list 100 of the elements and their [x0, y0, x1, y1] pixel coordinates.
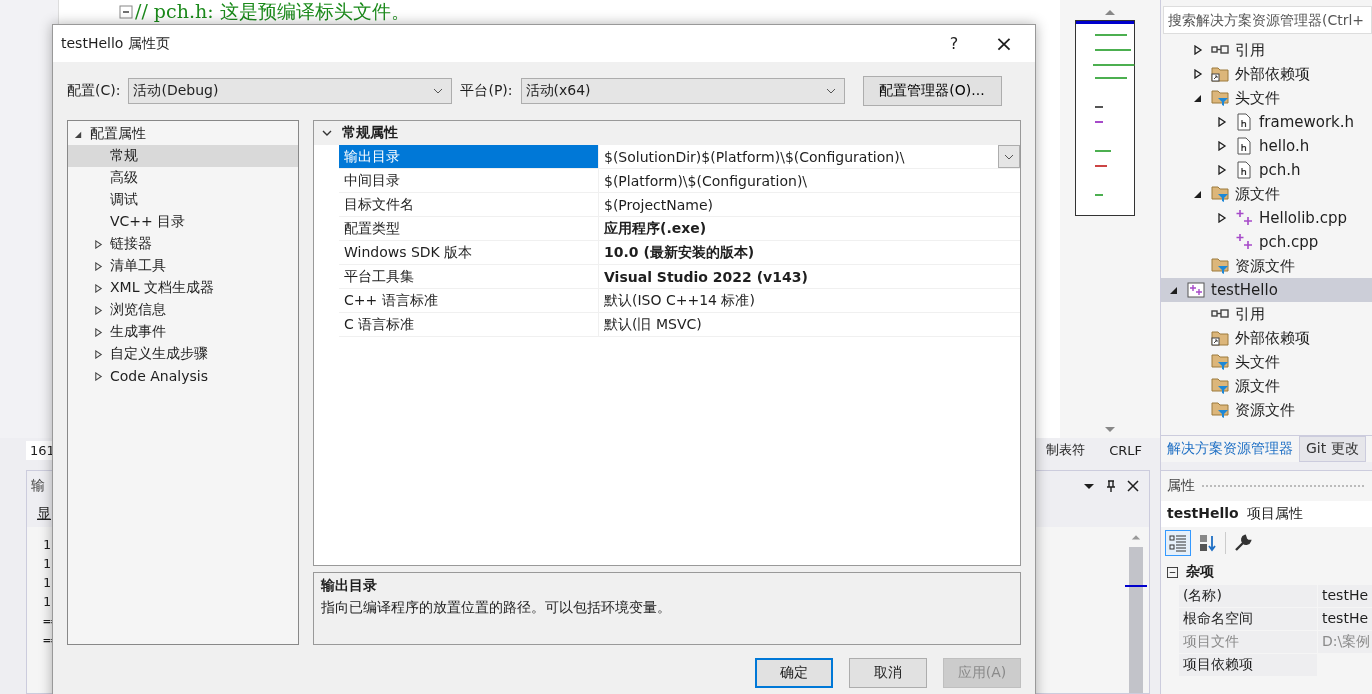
tree-item[interactable]: 外部依赖项	[1161, 62, 1372, 86]
property-value[interactable]: testHe	[1317, 608, 1372, 630]
dialog-button[interactable]: 取消	[849, 658, 927, 688]
help-button[interactable]: ?	[929, 34, 979, 53]
scroll-up-icon[interactable]	[1104, 8, 1116, 16]
nav-tree-item[interactable]: 生成事件	[68, 321, 298, 343]
chevron-down-icon[interactable]	[825, 88, 836, 94]
tree-item[interactable]: 源文件	[1161, 374, 1372, 398]
property-name[interactable]: 输出目录	[339, 145, 598, 168]
nav-tree-item[interactable]: 配置属性	[68, 123, 298, 145]
property-name[interactable]: C 语言标准	[339, 313, 598, 336]
tree-item[interactable]: testHello	[1161, 278, 1372, 302]
output-line: 1	[43, 593, 51, 611]
collapsed-arrow-icon[interactable]	[94, 371, 103, 381]
panel-title: 输	[31, 477, 45, 495]
collapse-icon[interactable]	[1167, 566, 1178, 578]
property-name[interactable]: 目标文件名	[339, 193, 598, 216]
tree-item[interactable]: 源文件	[1161, 182, 1372, 206]
expanded-arrow-icon[interactable]	[74, 129, 83, 139]
chevron-down-icon[interactable]	[1004, 153, 1014, 160]
panel-tab[interactable]: Git 更改	[1299, 436, 1366, 462]
platform-dropdown[interactable]: 活动(x64)	[520, 78, 845, 104]
header-file-icon	[1235, 113, 1253, 131]
close-icon[interactable]	[1127, 480, 1139, 492]
configuration-dropdown[interactable]: 活动(Debug)	[128, 78, 453, 104]
collapsed-arrow-icon[interactable]	[1193, 69, 1203, 79]
collapsed-arrow-icon[interactable]	[1217, 165, 1227, 175]
tree-item[interactable]: 引用	[1161, 38, 1372, 62]
tree-item[interactable]: Hellolib.cpp	[1161, 206, 1372, 230]
property-value[interactable]: 10.0 (最新安装的版本)	[598, 241, 1020, 264]
property-name[interactable]: 项目依赖项	[1179, 654, 1317, 676]
dialog-button[interactable]: 确定	[755, 658, 833, 688]
output-line: 1	[43, 536, 51, 554]
object-type: 项目属性	[1246, 505, 1303, 523]
nav-tree-item[interactable]: 高级	[68, 167, 298, 189]
expanded-arrow-icon[interactable]	[1169, 285, 1179, 295]
nav-tree-item[interactable]: 自定义生成步骤	[68, 343, 298, 365]
property-value[interactable]: 应用程序(.exe)	[598, 217, 1020, 240]
status-item[interactable]: 制表符	[1046, 441, 1086, 459]
status-item[interactable]: CRLF	[1109, 442, 1142, 458]
configuration-manager-button[interactable]: 配置管理器(O)...	[862, 76, 1002, 106]
expanded-arrow-icon[interactable]	[1193, 189, 1203, 199]
pin-icon[interactable]	[1105, 480, 1117, 492]
collapsed-arrow-icon[interactable]	[94, 283, 103, 293]
property-name[interactable]: C++ 语言标准	[339, 289, 598, 312]
nav-tree-item[interactable]: 链接器	[68, 233, 298, 255]
close-button[interactable]: ×	[979, 31, 1029, 56]
tree-item[interactable]: 头文件	[1161, 350, 1372, 374]
property-value[interactable]: 默认(旧 MSVC)	[598, 313, 1020, 336]
collapsed-arrow-icon[interactable]	[94, 305, 103, 315]
scroll-up-icon[interactable]	[1131, 533, 1141, 541]
collapsed-arrow-icon[interactable]	[94, 327, 103, 337]
scroll-down-icon[interactable]	[1104, 426, 1116, 434]
tree-item[interactable]: hello.h	[1161, 134, 1372, 158]
tree-item[interactable]: pch.cpp	[1161, 230, 1372, 254]
property-name[interactable]: 中间目录	[339, 169, 598, 192]
cpp-file-icon	[1235, 233, 1253, 251]
tree-item[interactable]: 资源文件	[1161, 254, 1372, 278]
tree-item[interactable]: framework.h	[1161, 110, 1372, 134]
property-value[interactable]: 默认(ISO C++14 标准)	[598, 289, 1020, 312]
expanded-arrow-icon[interactable]	[1193, 93, 1203, 103]
property-value[interactable]: $(Platform)\$(Configuration)\	[598, 169, 1020, 192]
collapsed-arrow-icon[interactable]	[1217, 117, 1227, 127]
collapsed-arrow-icon[interactable]	[1217, 213, 1227, 223]
description-text: 指向已编译程序的放置位置的路径。可以包括环境变量。	[321, 599, 672, 617]
nav-tree-item[interactable]: XML 文档生成器	[68, 277, 298, 299]
nav-tree-item[interactable]: Code Analysis	[68, 365, 298, 387]
minimap-drawing[interactable]	[1075, 20, 1135, 216]
output-line: 1	[43, 555, 51, 573]
property-value[interactable]: $(ProjectName)	[598, 193, 1020, 216]
property-value[interactable]: Visual Studio 2022 (v143)	[598, 265, 1020, 288]
header-file-icon	[1235, 161, 1253, 179]
output-line: 1	[43, 574, 51, 592]
property-name[interactable]: 配置类型	[339, 217, 598, 240]
nav-tree-item[interactable]: 常规	[68, 145, 298, 167]
tree-item[interactable]: 资源文件	[1161, 398, 1372, 422]
property-value[interactable]: testHe	[1317, 585, 1372, 607]
collapsed-arrow-icon[interactable]	[94, 239, 103, 249]
property-name[interactable]: Windows SDK 版本	[339, 241, 598, 264]
collapse-icon[interactable]	[119, 5, 133, 19]
chevron-down-icon[interactable]	[433, 88, 444, 94]
tree-item[interactable]: 外部依赖项	[1161, 326, 1372, 350]
nav-tree-item[interactable]: 调试	[68, 189, 298, 211]
collapsed-arrow-icon[interactable]	[1217, 141, 1227, 151]
chevron-down-icon[interactable]	[322, 128, 332, 138]
property-name[interactable]: 根命名空间	[1179, 608, 1317, 630]
search-field[interactable]: 搜索解决方案资源管理器(Ctrl+	[1163, 6, 1372, 34]
collapsed-arrow-icon[interactable]	[94, 261, 103, 271]
nav-tree-item[interactable]: 清单工具	[68, 255, 298, 277]
tree-item[interactable]: pch.h	[1161, 158, 1372, 182]
collapsed-arrow-icon[interactable]	[94, 349, 103, 359]
nav-tree-item[interactable]: VC++ 目录	[68, 211, 298, 233]
collapsed-arrow-icon[interactable]	[1193, 45, 1203, 55]
property-name[interactable]: (名称)	[1179, 585, 1317, 607]
field-label: 平台(P):	[460, 82, 513, 100]
nav-tree-item[interactable]: 浏览信息	[68, 299, 298, 321]
folder-filter-icon	[1211, 377, 1229, 395]
tree-item[interactable]: 引用	[1161, 302, 1372, 326]
tree-item[interactable]: 头文件	[1161, 86, 1372, 110]
property-name[interactable]: 平台工具集	[339, 265, 598, 288]
